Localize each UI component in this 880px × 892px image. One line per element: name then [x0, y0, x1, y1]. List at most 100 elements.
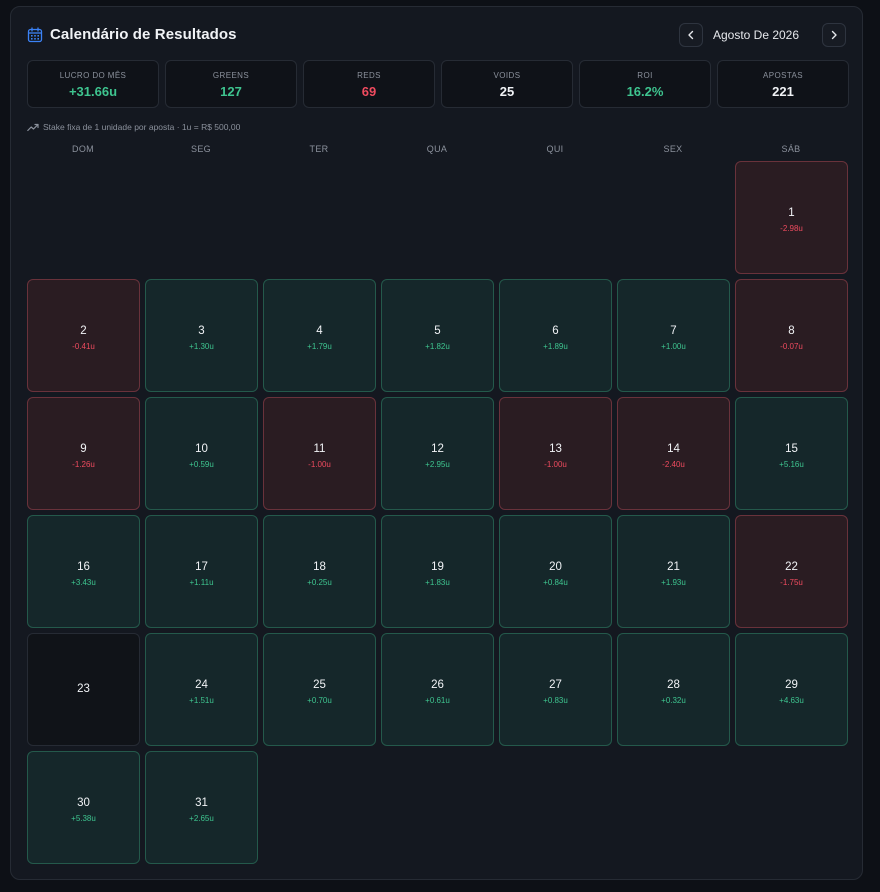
weekday-label: SEG [191, 144, 211, 154]
calendar-day-cell[interactable]: 25 +0.70u [263, 633, 376, 746]
day-number: 17 [195, 561, 208, 573]
day-number: 9 [80, 443, 87, 455]
calendar-grid: 1 -2.98u 2 -0.41u 3 +1.30u 4 +1.79u 5 +1.82u 6 +1.8… [27, 161, 848, 864]
calendar-day-cell[interactable]: 17 +1.11u [145, 515, 258, 628]
calendar-day-cell[interactable]: 5 +1.82u [381, 279, 494, 392]
day-number: 19 [431, 561, 444, 573]
day-result: +4.63u [779, 696, 804, 705]
stat-value: 25 [499, 84, 515, 99]
day-result: +2.95u [425, 460, 450, 469]
day-result: +1.93u [661, 578, 686, 587]
calendar-day-cell[interactable]: 27 +0.83u [499, 633, 612, 746]
calendar-day-cell[interactable]: 23 [27, 633, 140, 746]
calendar-day-cell[interactable]: 11 -1.00u [263, 397, 376, 510]
calendar-day-cell[interactable]: 15 +5.16u [735, 397, 848, 510]
calendar-day-cell[interactable]: 16 +3.43u [27, 515, 140, 628]
calendar-day-cell[interactable]: 6 +1.89u [499, 279, 612, 392]
stat-value: +31.66u [68, 84, 118, 99]
day-result: +1.11u [189, 578, 214, 587]
stat-label: VOIDS [493, 71, 521, 80]
calendar-day-cell[interactable]: 20 +0.84u [499, 515, 612, 628]
calendar-day-cell[interactable]: 30 +5.38u [27, 751, 140, 864]
day-number: 30 [77, 797, 90, 809]
day-result: +0.70u [307, 696, 332, 705]
stat-value: 221 [772, 84, 794, 99]
calendar-day-cell[interactable]: 14 -2.40u [617, 397, 730, 510]
calendar-header: Calendário de Resultados Agosto De 2026 [27, 23, 846, 51]
calendar-day-cell[interactable]: 26 +0.61u [381, 633, 494, 746]
calendar-day-cell[interactable]: 7 +1.00u [617, 279, 730, 392]
calendar-day-cell[interactable]: 28 +0.32u [617, 633, 730, 746]
calendar-day-cell[interactable]: 1 -2.98u [735, 161, 848, 274]
day-number: 24 [195, 679, 208, 691]
stat-card-reds: REDS 69 [303, 60, 435, 108]
chevron-right-icon [831, 30, 837, 40]
stat-value: 127 [220, 84, 242, 99]
day-number: 15 [785, 443, 798, 455]
stat-card-lucro-do-m-s: LUCRO DO MÊS +31.66u [27, 60, 159, 108]
calendar-day-cell[interactable]: 12 +2.95u [381, 397, 494, 510]
day-number: 10 [195, 443, 208, 455]
calendar-day-cell[interactable]: 13 -1.00u [499, 397, 612, 510]
day-result: -1.00u [544, 460, 567, 469]
day-result: +0.83u [543, 696, 568, 705]
stat-value: 16.2% [626, 84, 664, 99]
day-number: 5 [434, 325, 441, 337]
stat-value: 69 [361, 84, 377, 99]
calendar-day-cell[interactable]: 24 +1.51u [145, 633, 258, 746]
stat-card-greens: GREENS 127 [165, 60, 297, 108]
day-number: 29 [785, 679, 798, 691]
calendar-day-cell[interactable]: 4 +1.79u [263, 279, 376, 392]
day-result: +0.84u [543, 578, 568, 587]
day-number: 23 [77, 683, 90, 695]
day-number: 12 [431, 443, 444, 455]
stat-card-voids: VOIDS 25 [441, 60, 573, 108]
day-result: +0.32u [661, 696, 686, 705]
calendar-day-cell[interactable]: 8 -0.07u [735, 279, 848, 392]
day-result: -2.98u [780, 224, 803, 233]
stat-card-apostas: APOSTAS 221 [717, 60, 849, 108]
day-result: -0.07u [780, 342, 803, 351]
weekday-label: QUA [426, 144, 448, 154]
day-number: 4 [316, 325, 323, 337]
day-number: 20 [549, 561, 562, 573]
day-number: 16 [77, 561, 90, 573]
current-month-label: Agosto De 2026 [712, 28, 800, 42]
calendar-day-cell[interactable]: 18 +0.25u [263, 515, 376, 628]
previous-month-button[interactable] [679, 23, 703, 47]
day-result: +0.59u [189, 460, 214, 469]
calendar-day-cell[interactable]: 31 +2.65u [145, 751, 258, 864]
day-number: 28 [667, 679, 680, 691]
stat-label: ROI [637, 71, 653, 80]
calendar-day-cell[interactable]: 29 +4.63u [735, 633, 848, 746]
day-result: +5.38u [71, 814, 96, 823]
stat-label: GREENS [212, 71, 250, 80]
weekday-label: DOM [72, 144, 94, 154]
day-result: +5.16u [779, 460, 804, 469]
calendar-day-cell[interactable]: 21 +1.93u [617, 515, 730, 628]
day-result: +1.30u [189, 342, 214, 351]
day-number: 22 [785, 561, 798, 573]
stake-note-text: Stake fixa de 1 unidade por aposta · 1u … [43, 122, 241, 132]
calendar-day-cell[interactable]: 3 +1.30u [145, 279, 258, 392]
weekday-label: TER [309, 144, 329, 154]
day-number: 27 [549, 679, 562, 691]
day-number: 3 [198, 325, 205, 337]
calendar-day-cell[interactable]: 19 +1.83u [381, 515, 494, 628]
trending-up-icon [27, 123, 39, 131]
day-result: +1.82u [425, 342, 450, 351]
day-number: 1 [788, 207, 795, 219]
next-month-button[interactable] [822, 23, 846, 47]
day-number: 6 [552, 325, 559, 337]
calendar-day-cell[interactable]: 2 -0.41u [27, 279, 140, 392]
weekday-label: QUI [546, 144, 564, 154]
day-result: +3.43u [71, 578, 96, 587]
calendar-day-cell[interactable]: 10 +0.59u [145, 397, 258, 510]
calendar-day-cell[interactable]: 22 -1.75u [735, 515, 848, 628]
day-result: +1.79u [307, 342, 332, 351]
day-result: -0.41u [72, 342, 95, 351]
stat-label: REDS [357, 71, 381, 80]
day-result: +1.00u [661, 342, 686, 351]
day-result: +1.89u [543, 342, 568, 351]
calendar-day-cell[interactable]: 9 -1.26u [27, 397, 140, 510]
